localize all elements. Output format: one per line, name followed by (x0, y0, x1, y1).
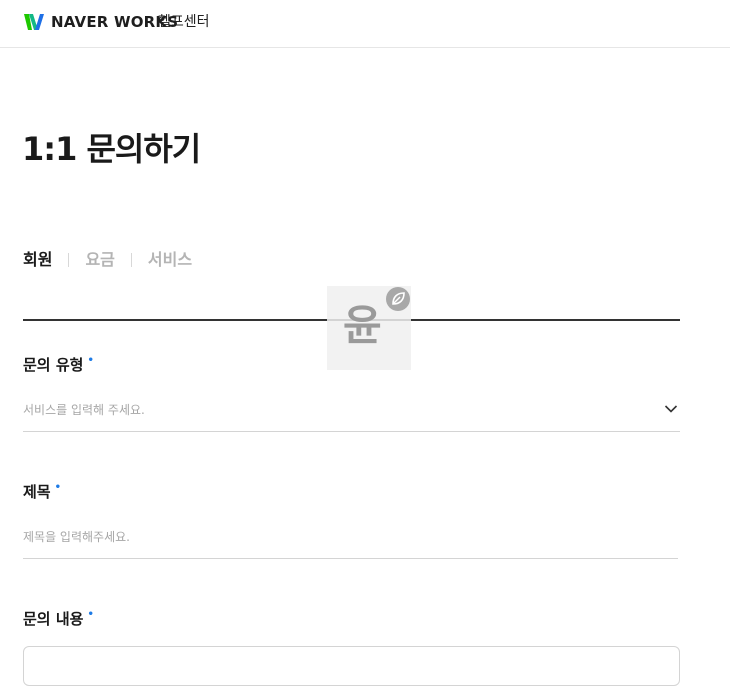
category-tabs: 회원 요금 서비스 (23, 248, 192, 272)
tab-member[interactable]: 회원 (23, 248, 52, 272)
page-title: 1:1 문의하기 (22, 130, 201, 168)
content-label: 문의 내용 • (23, 608, 94, 630)
inquiry-type-label: 문의 유형 • (23, 354, 94, 376)
content-label-text: 문의 내용 (23, 610, 84, 628)
inquiry-type-label-text: 문의 유형 (23, 356, 84, 374)
naver-works-logo-icon[interactable] (23, 12, 45, 32)
subject-label-text: 제목 (23, 483, 51, 501)
leaf-icon (386, 287, 410, 311)
watermark-overlay: 윤 (327, 286, 411, 370)
required-mark: • (54, 482, 62, 493)
inquiry-type-placeholder: 서비스를 입력해 주세요. (23, 403, 145, 417)
tab-billing[interactable]: 요금 (85, 248, 114, 272)
required-mark: • (87, 355, 94, 366)
subject-label: 제목 • (23, 481, 61, 503)
tab-divider (130, 253, 132, 267)
tab-service[interactable]: 서비스 (148, 248, 192, 272)
top-header: NAVER WORKS 헬프센터 (0, 0, 730, 48)
watermark-text: 윤 (343, 301, 382, 350)
helpcenter-label[interactable]: 헬프센터 (158, 12, 210, 32)
required-mark: • (87, 609, 94, 620)
tab-divider (68, 253, 70, 267)
content-textarea[interactable] (23, 646, 680, 686)
subject-field (23, 524, 678, 559)
subject-input[interactable] (23, 524, 678, 550)
chevron-down-icon[interactable] (664, 404, 678, 414)
inquiry-type-select[interactable]: 서비스를 입력해 주세요. (23, 396, 680, 432)
